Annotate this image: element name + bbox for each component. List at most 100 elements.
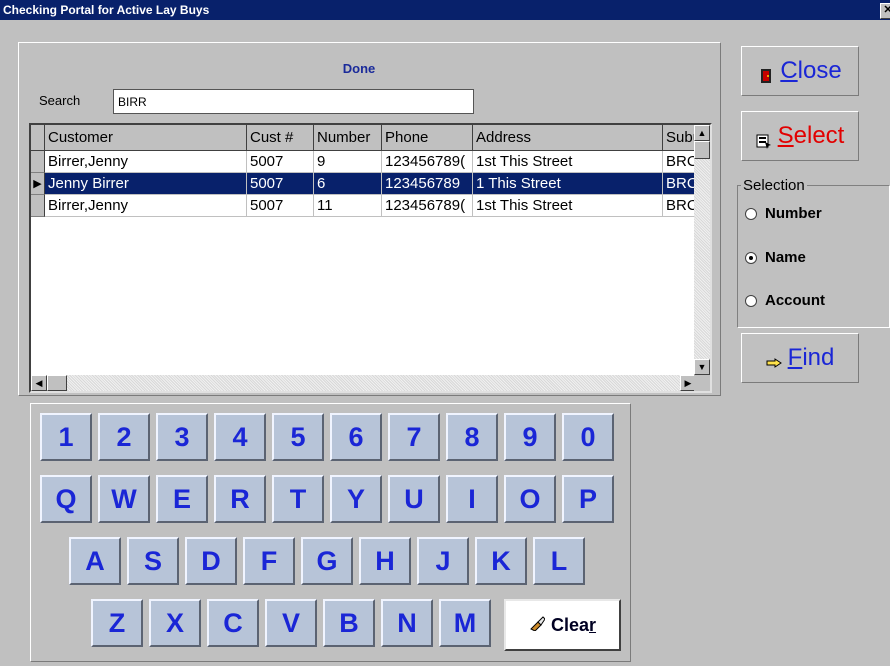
table-cell: 1st This Street	[473, 151, 663, 173]
key-e[interactable]: E	[156, 475, 208, 523]
window-title: Checking Portal for Active Lay Buys	[3, 3, 210, 17]
horizontal-scrollbar[interactable]: ◀ ▶	[31, 375, 696, 391]
key-q[interactable]: Q	[40, 475, 92, 523]
close-button[interactable]: Close	[741, 46, 859, 96]
key-p[interactable]: P	[562, 475, 614, 523]
key-k[interactable]: K	[475, 537, 527, 585]
radio-circle-icon[interactable]	[745, 294, 757, 307]
vertical-scrollbar[interactable]: ▲ ▼	[694, 125, 710, 375]
key-0[interactable]: 0	[562, 413, 614, 461]
key-d[interactable]: D	[185, 537, 237, 585]
key-x[interactable]: X	[149, 599, 201, 647]
table-row[interactable]: ▶ Jenny Birrer 5007 6 123456789 1 This Street…	[31, 173, 710, 195]
find-pointer-icon	[766, 350, 782, 368]
table-cell: 1 This Street	[473, 173, 663, 195]
table-cell: 5007	[247, 173, 314, 195]
radio-number[interactable]: Number	[745, 205, 822, 222]
key-w[interactable]: W	[98, 475, 150, 523]
key-y[interactable]: Y	[330, 475, 382, 523]
vertical-scroll-thumb[interactable]	[694, 141, 710, 159]
table-row[interactable]: Birrer,Jenny 5007 11 123456789(1st This Str…	[31, 195, 710, 217]
on-screen-keyboard: Clea r 1234567890 QWERTYUIOP ASDFGHJKL ZXCVB…	[30, 403, 631, 662]
table-cell: 123456789	[382, 173, 473, 195]
scroll-down-icon[interactable]: ▼	[694, 359, 710, 375]
scroll-left-icon[interactable]: ◀	[31, 375, 47, 391]
key-n[interactable]: N	[381, 599, 433, 647]
radio-name[interactable]: Name	[745, 249, 806, 266]
eraser-icon	[529, 615, 546, 636]
radio-label: Account	[765, 292, 825, 309]
key-z[interactable]: Z	[91, 599, 143, 647]
row-indicator	[31, 151, 45, 173]
search-panel: Done Search CustomerCust #NumberPhoneAdd…	[18, 42, 721, 396]
table-row[interactable]: Birrer,Jenny 5007 9 123456789(1st This Stre…	[31, 151, 710, 173]
key-4[interactable]: 4	[214, 413, 266, 461]
horizontal-scroll-thumb[interactable]	[47, 375, 67, 391]
key-m[interactable]: M	[439, 599, 491, 647]
scroll-up-icon[interactable]: ▲	[694, 125, 710, 141]
key-8[interactable]: 8	[446, 413, 498, 461]
key-h[interactable]: H	[359, 537, 411, 585]
radio-label: Number	[765, 205, 822, 222]
grid-header: Customer Cust # Number Phone Address Subu	[31, 125, 710, 151]
key-b[interactable]: B	[323, 599, 375, 647]
table-cell: Birrer,Jenny	[45, 151, 247, 173]
select-label-rest: elect	[793, 122, 845, 149]
find-button[interactable]: Find	[741, 333, 859, 383]
column-header[interactable]: Address	[473, 125, 663, 151]
key-f[interactable]: F	[243, 537, 295, 585]
key-s[interactable]: S	[127, 537, 179, 585]
key-c[interactable]: C	[207, 599, 259, 647]
key-v[interactable]: V	[265, 599, 317, 647]
key-u[interactable]: U	[388, 475, 440, 523]
key-l[interactable]: L	[533, 537, 585, 585]
select-record-icon	[756, 128, 772, 149]
table-cell: 123456789(	[382, 151, 473, 173]
key-7[interactable]: 7	[388, 413, 440, 461]
clear-label-underlined: r	[589, 614, 597, 635]
table-cell: 11	[314, 195, 382, 217]
key-t[interactable]: T	[272, 475, 324, 523]
key-3[interactable]: 3	[156, 413, 208, 461]
search-input[interactable]	[113, 89, 474, 114]
table-cell: 9	[314, 151, 382, 173]
table-cell: 6	[314, 173, 382, 195]
table-cell: 123456789(	[382, 195, 473, 217]
column-header[interactable]: Number	[314, 125, 382, 151]
row-indicator	[31, 195, 45, 217]
key-2[interactable]: 2	[98, 413, 150, 461]
radio-account[interactable]: Account	[745, 292, 825, 309]
selection-legend: Selection	[741, 177, 807, 194]
key-5[interactable]: 5	[272, 413, 324, 461]
key-6[interactable]: 6	[330, 413, 382, 461]
table-cell: Birrer,Jenny	[45, 195, 247, 217]
radio-circle-icon[interactable]	[745, 207, 757, 220]
clear-label: Clea	[550, 614, 589, 635]
key-1[interactable]: 1	[40, 413, 92, 461]
row-pointer-icon: ▶	[31, 173, 45, 195]
key-j[interactable]: J	[417, 537, 469, 585]
close-label-underlined: C	[780, 57, 798, 84]
column-header[interactable]: Customer	[45, 125, 247, 151]
column-header[interactable]: Phone	[382, 125, 473, 151]
key-o[interactable]: O	[504, 475, 556, 523]
key-a[interactable]: A	[69, 537, 121, 585]
exit-door-icon	[758, 63, 774, 83]
window-close-icon[interactable]: ✕	[880, 3, 890, 19]
table-cell: 5007	[247, 151, 314, 173]
table-cell: 5007	[247, 195, 314, 217]
status-done: Done	[342, 61, 376, 76]
radio-circle-icon[interactable]	[745, 251, 757, 264]
key-9[interactable]: 9	[504, 413, 556, 461]
select-label-underlined: S	[777, 122, 794, 149]
key-g[interactable]: G	[301, 537, 353, 585]
scroll-corner	[694, 375, 710, 391]
key-i[interactable]: I	[446, 475, 498, 523]
key-r[interactable]: R	[214, 475, 266, 523]
select-button[interactable]: Select	[741, 111, 859, 161]
results-grid[interactable]: Customer Cust # Number Phone Address Subu Bir…	[29, 123, 712, 393]
clear-button[interactable]: Clea r	[504, 599, 621, 651]
column-header[interactable]: Cust #	[247, 125, 314, 151]
header-corner	[31, 125, 45, 151]
find-label-underlined: F	[787, 344, 803, 371]
